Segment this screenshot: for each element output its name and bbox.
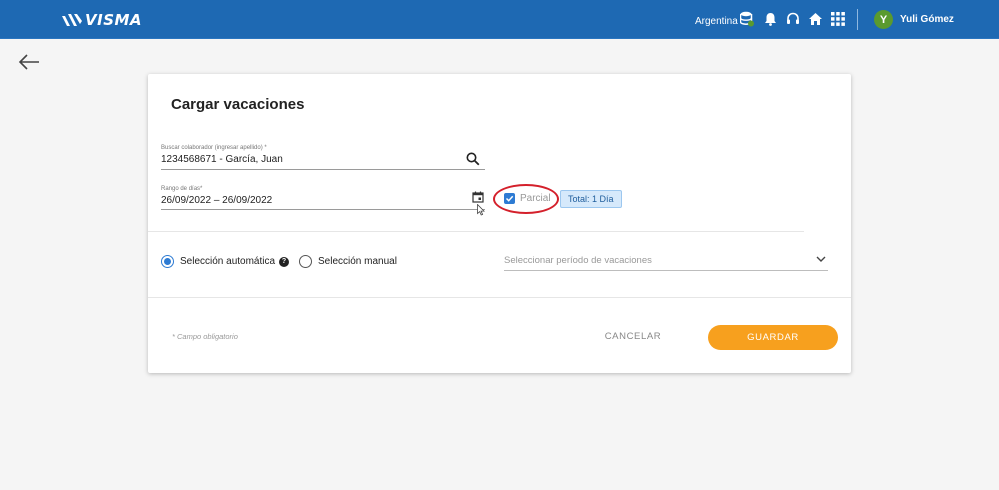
section-divider-bottom (148, 297, 851, 298)
visma-logo[interactable]: VISMA (61, 11, 142, 29)
headset-icon[interactable] (785, 11, 801, 27)
checkbox-checked-icon[interactable] (504, 193, 515, 204)
visma-logo-icon (62, 14, 82, 26)
country-selector[interactable]: Argentina (695, 16, 738, 27)
mouse-cursor-icon (477, 204, 485, 216)
required-field-note: * Campo obligatorio (172, 332, 238, 341)
date-range-label: Rango de días* (161, 186, 203, 192)
section-divider-top (148, 231, 804, 232)
top-navigation-bar: VISMA Argentina Y Yuli Gómez (0, 0, 999, 39)
user-avatar[interactable]: Y (874, 10, 893, 29)
radio-automatic-selection[interactable]: Selección automática ? (161, 255, 290, 268)
collaborator-underline (161, 169, 485, 170)
collaborator-label: Buscar colaborador (ingresar apellido) * (161, 145, 267, 151)
calendar-icon[interactable] (472, 191, 484, 203)
search-icon[interactable] (466, 152, 480, 166)
total-days-badge: Total: 1 Día (560, 190, 622, 208)
chevron-down-icon[interactable] (816, 255, 826, 263)
brand-name: VISMA (85, 11, 143, 29)
load-vacation-card: Cargar vacaciones Buscar colaborador (in… (148, 74, 851, 373)
period-select-underline (504, 270, 828, 271)
partial-label: Parcial (520, 193, 551, 204)
bell-icon[interactable] (762, 11, 778, 27)
radio-unselected-icon[interactable] (299, 255, 312, 268)
back-arrow-icon[interactable] (18, 53, 40, 71)
partial-checkbox[interactable]: Parcial (504, 193, 551, 204)
home-icon[interactable] (807, 11, 823, 27)
user-name[interactable]: Yuli Gómez (900, 14, 954, 25)
automatic-selection-label: Selección automática (180, 256, 276, 267)
apps-grid-icon[interactable] (830, 11, 846, 27)
vacation-period-select[interactable]: Seleccionar período de vacaciones (504, 255, 652, 266)
collaborator-input[interactable]: 1234568671 - García, Juan (161, 154, 283, 165)
date-range-input[interactable]: 26/09/2022 – 26/09/2022 (161, 195, 272, 206)
radio-selected-icon[interactable] (161, 255, 174, 268)
header-divider (857, 9, 858, 30)
help-icon[interactable]: ? (279, 256, 290, 267)
card-title: Cargar vacaciones (171, 96, 305, 113)
manual-selection-label: Selección manual (318, 256, 397, 267)
database-icon[interactable] (739, 11, 755, 27)
radio-manual-selection[interactable]: Selección manual (299, 255, 397, 268)
save-button[interactable]: GUARDAR (708, 325, 838, 350)
date-range-underline (161, 209, 485, 210)
cancel-button[interactable]: CANCELAR (594, 326, 672, 348)
